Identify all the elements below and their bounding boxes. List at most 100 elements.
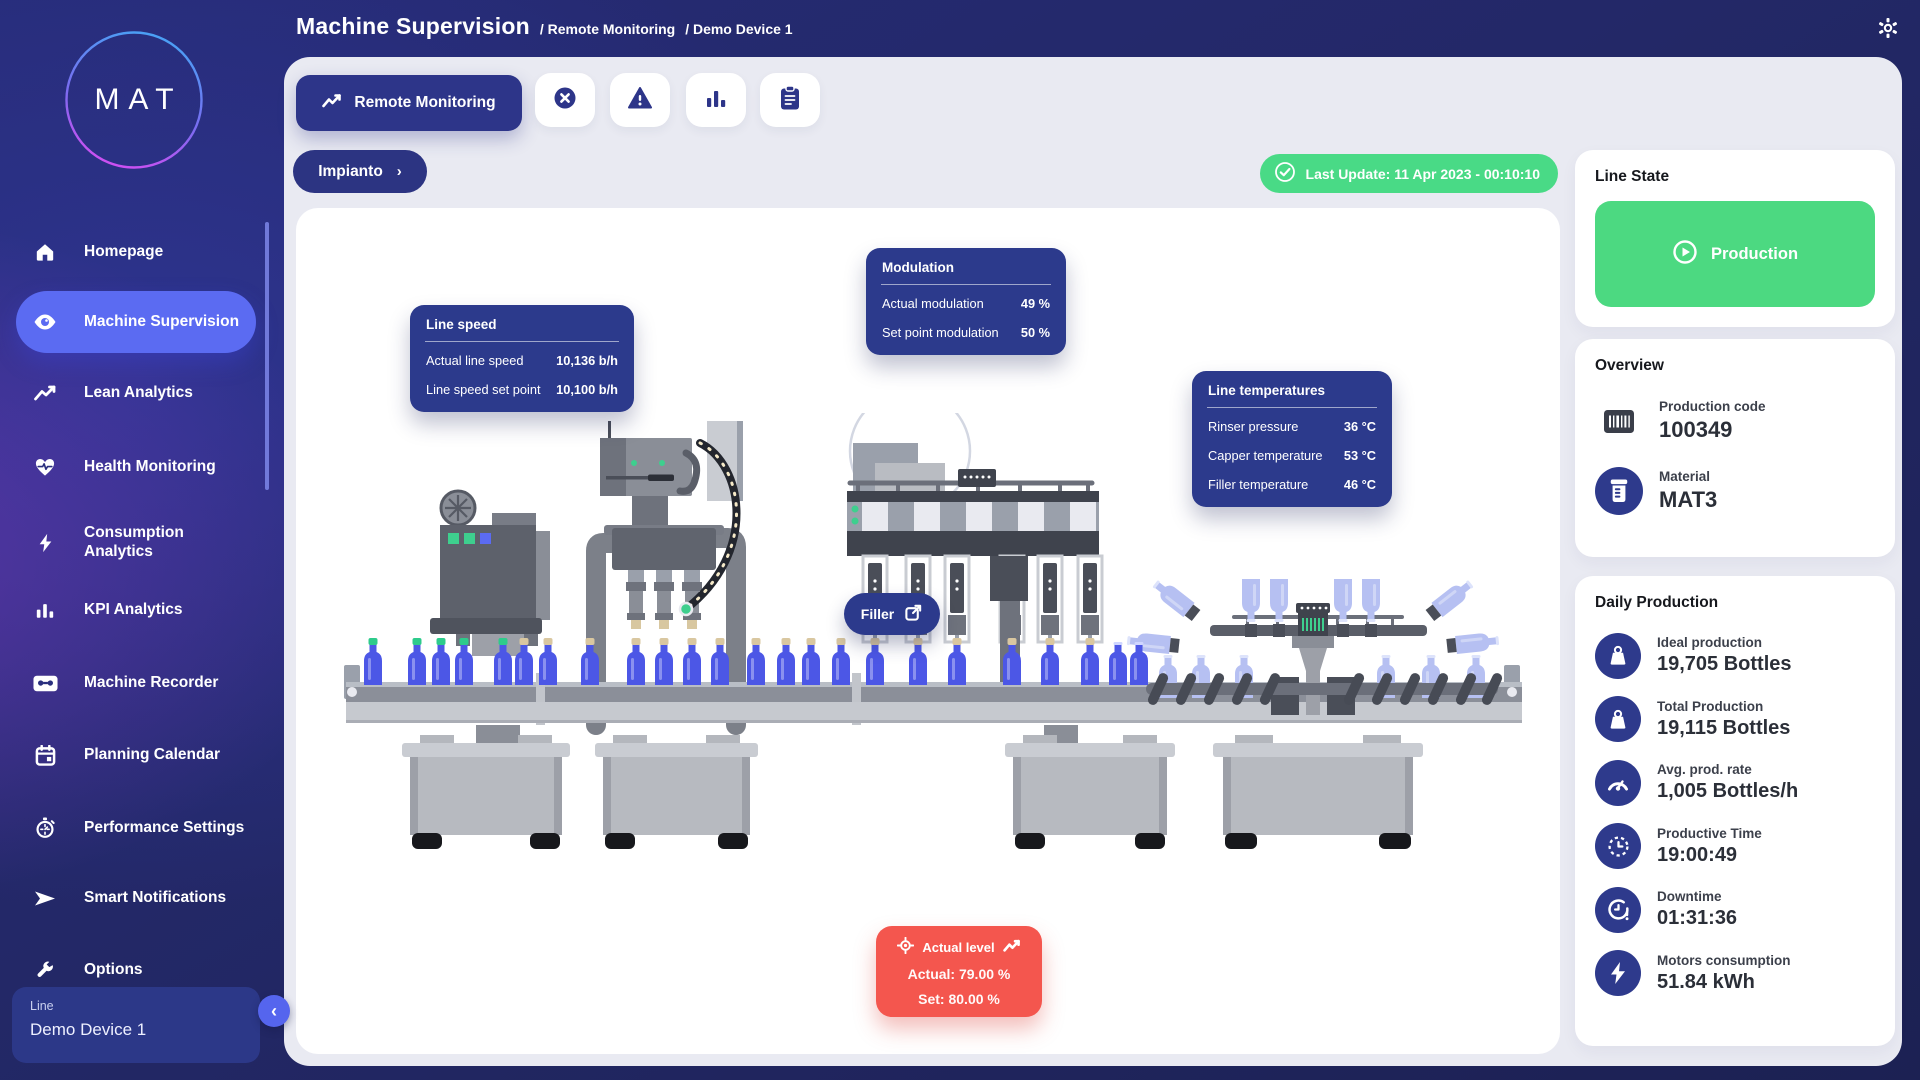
- app-logo: MAT: [64, 30, 204, 170]
- sidebar-item-homepage[interactable]: Homepage: [16, 221, 256, 283]
- weight-bag-icon: [1595, 633, 1641, 679]
- row-label: Filler temperature: [1208, 477, 1308, 492]
- overview-title: Overview: [1595, 357, 1875, 375]
- row-value: 50 %: [1021, 325, 1050, 340]
- callout-title: Line temperatures: [1208, 383, 1378, 398]
- avg-rate-row: Avg. prod. rate 1,005 Bottles/h: [1595, 751, 1875, 815]
- downtime-events-button[interactable]: [535, 73, 595, 127]
- set-level-value: Set: 80.00 %: [888, 991, 1030, 1007]
- line-speed-callout: Line speed Actual line speed10,136 b/h L…: [410, 305, 634, 412]
- productive-time-row: Productive Time 19:00:49: [1595, 815, 1875, 879]
- app-window: Machine Supervision / Remote Monitoring …: [0, 0, 1920, 1080]
- wrench-icon: [32, 960, 58, 980]
- alarms-button[interactable]: [610, 73, 670, 127]
- row-label: Capper temperature: [1208, 448, 1323, 463]
- warning-triangle-icon: [627, 86, 653, 115]
- analytics-button[interactable]: [686, 73, 746, 127]
- reports-button[interactable]: [760, 73, 820, 127]
- row-label: Set point modulation: [882, 325, 999, 340]
- tab-label: Remote Monitoring: [354, 94, 495, 112]
- callout-title: Line speed: [426, 317, 620, 332]
- device-selector-value: Demo Device 1: [30, 1020, 242, 1040]
- sidebar-item-lean-analytics[interactable]: Lean Analytics: [16, 362, 256, 424]
- line-state-status[interactable]: Production: [1595, 201, 1875, 307]
- total-production-row: Total Production 19,115 Bottles: [1595, 688, 1875, 752]
- device-selector-label: Line: [30, 999, 242, 1013]
- lightning-bolt-icon: [32, 532, 58, 554]
- check-circle-icon: [1274, 161, 1296, 186]
- line-state-title: Line State: [1595, 168, 1875, 186]
- page-title: Machine Supervision: [296, 13, 530, 40]
- paper-plane-icon: [32, 890, 58, 907]
- trend-line-icon: [32, 385, 58, 402]
- crosshair-icon: [897, 937, 914, 957]
- stat-value: 19,115 Bottles: [1657, 717, 1790, 740]
- sidebar-item-label: Smart Notifications: [84, 889, 254, 908]
- stopwatch-icon: [32, 817, 58, 839]
- stat-value: 01:31:36: [1657, 907, 1737, 930]
- sidebar-item-planning-calendar[interactable]: Planning Calendar: [16, 724, 256, 786]
- heart-pulse-icon: [32, 457, 58, 477]
- cassette-icon: [32, 675, 58, 692]
- sidebar-item-consumption-analytics[interactable]: Consumption Analytics: [16, 512, 256, 574]
- close-circle-icon: [552, 85, 578, 116]
- device-selector[interactable]: Line Demo Device 1: [12, 987, 260, 1063]
- eye-icon: [32, 313, 58, 331]
- plant-button-label: Impianto: [318, 163, 383, 181]
- sidebar-item-label: Machine Recorder: [84, 674, 254, 693]
- stat-label: Downtime: [1657, 889, 1737, 904]
- actual-level-value: Actual: 79.00 %: [888, 966, 1030, 982]
- line-state-card: Line State Production: [1575, 150, 1895, 327]
- barcode-icon: [1595, 410, 1643, 433]
- last-update-badge: Last Update: 11 Apr 2023 - 00:10:10: [1260, 154, 1558, 193]
- production-code-row: Production code 100349: [1595, 399, 1875, 443]
- callout-title: Modulation: [882, 260, 1052, 275]
- stat-label: Ideal production: [1657, 635, 1792, 650]
- tab-remote-monitoring[interactable]: Remote Monitoring: [296, 75, 522, 131]
- logo-text: MAT: [64, 30, 204, 170]
- home-icon: [32, 242, 58, 262]
- stat-value: 19,705 Bottles: [1657, 653, 1792, 676]
- sidebar-item-label: Performance Settings: [84, 819, 254, 838]
- material-value: MAT3: [1659, 487, 1717, 513]
- stat-label: Motors consumption: [1657, 953, 1791, 968]
- machine-bases: [402, 735, 1423, 849]
- sidebar-item-health-monitoring[interactable]: Health Monitoring: [16, 436, 256, 498]
- row-value: 10,136 b/h: [556, 353, 618, 368]
- row-label: Actual modulation: [882, 296, 984, 311]
- breadcrumb-monitoring: / Remote Monitoring: [540, 21, 675, 37]
- sidebar-item-label: Machine Supervision: [84, 313, 254, 332]
- trend-line-icon: [1003, 939, 1021, 956]
- plant-button[interactable]: Impianto ›: [293, 150, 427, 193]
- production-code-label: Production code: [1659, 399, 1766, 414]
- actual-level-title: Actual level: [922, 940, 994, 955]
- clock-dashed-icon: [1595, 823, 1641, 869]
- sidebar-item-label: KPI Analytics: [84, 601, 254, 620]
- sidebar-item-smart-notifications[interactable]: Smart Notifications: [16, 867, 256, 929]
- weight-bag-icon: [1595, 696, 1641, 742]
- stat-value: 19:00:49: [1657, 844, 1762, 867]
- sidebar-collapse-button[interactable]: ‹: [258, 995, 290, 1027]
- bar-chart-icon: [32, 601, 58, 620]
- filler-detail-button[interactable]: Filler: [844, 593, 940, 635]
- sidebar-item-performance-settings[interactable]: Performance Settings: [16, 797, 256, 859]
- stat-label: Avg. prod. rate: [1657, 762, 1798, 777]
- main-panel: Remote Monitoring Impianto ›: [284, 57, 1902, 1066]
- row-value: 49 %: [1021, 296, 1050, 311]
- machine-canvas: Line speed Actual line speed 10,136 b/h L…: [296, 208, 1560, 1054]
- sidebar-item-label: Planning Calendar: [84, 746, 254, 765]
- sidebar-item-kpi-analytics[interactable]: KPI Analytics: [16, 579, 256, 641]
- actual-level-card[interactable]: Actual level Actual: 79.00 % Set: 80.00 …: [876, 926, 1042, 1017]
- sidebar-item-label: Health Monitoring: [84, 458, 254, 477]
- material-label: Material: [1659, 469, 1717, 484]
- trend-line-icon: [322, 93, 342, 114]
- stat-value: 51.84 kWh: [1657, 971, 1791, 994]
- sidebar-scrollbar[interactable]: [265, 222, 269, 490]
- sidebar-item-label: Lean Analytics: [84, 384, 254, 403]
- sidebar-item-machine-recorder[interactable]: Machine Recorder: [16, 652, 256, 714]
- settings-button[interactable]: [1868, 10, 1908, 50]
- sidebar-item-machine-supervision[interactable]: Machine Supervision: [16, 291, 256, 353]
- row-label: Actual line speed: [426, 353, 523, 368]
- row-value: 46 °C: [1344, 477, 1376, 492]
- downtime-clock-icon: [1595, 887, 1641, 933]
